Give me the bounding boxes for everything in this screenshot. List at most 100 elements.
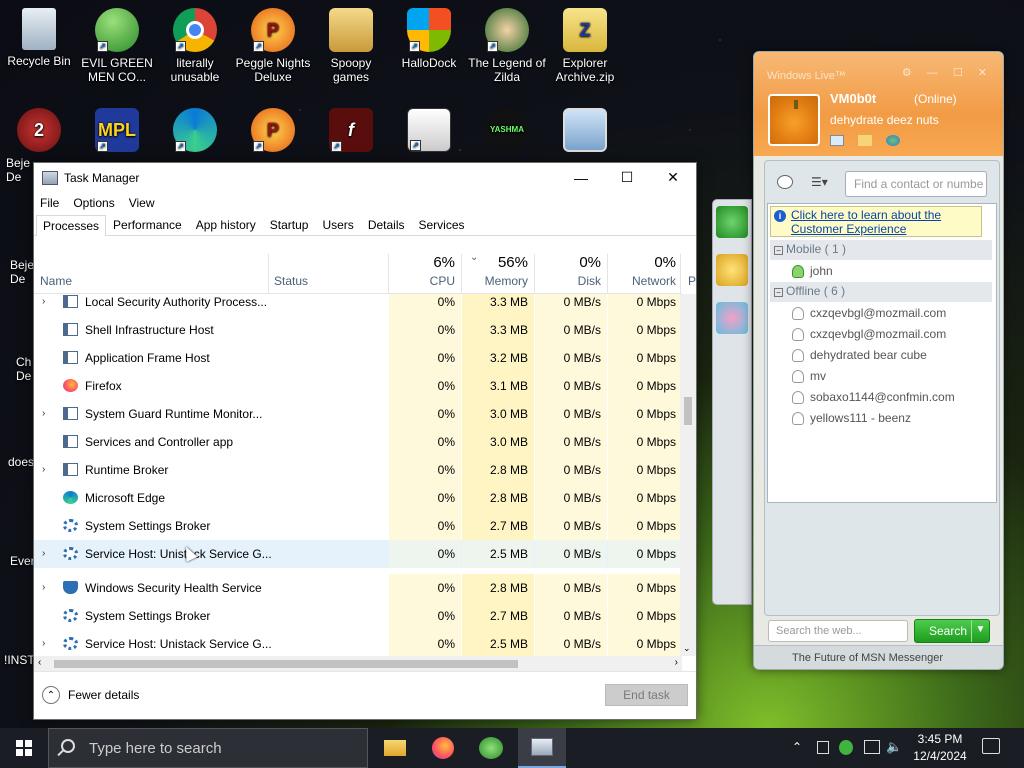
show-hidden-icons[interactable]: ⌃	[792, 740, 802, 754]
expand-chevron-icon[interactable]: ›	[42, 582, 45, 593]
scrollbar-thumb[interactable]	[54, 660, 518, 668]
vertical-scrollbar[interactable]: ⌄	[680, 294, 696, 656]
taskbar-messenger[interactable]	[467, 728, 515, 768]
table-row[interactable]: › Local Security Authority Process... 0% 3.…	[34, 294, 682, 316]
recycle-bin-icon[interactable]: Recycle Bin	[0, 8, 78, 68]
maximize-button[interactable]: ☐	[604, 163, 650, 192]
table-row[interactable]: › Windows Security Health Service 0% 2.8 MB…	[34, 574, 682, 602]
column-cpu[interactable]: CPU	[430, 274, 455, 288]
list-options-icon[interactable]: ☰▾	[811, 175, 828, 189]
contact-item[interactable]: cxzqevbgl@mozmail.com	[792, 306, 946, 320]
table-row[interactable]: › Runtime Broker 0% 2.8 MB 0 MB/s 0 Mbps	[34, 456, 682, 484]
flash-player-shortcut[interactable]: f ↗	[312, 108, 390, 156]
tab-services[interactable]: Services	[412, 214, 472, 235]
mail-icon[interactable]	[830, 135, 844, 146]
tab-processes[interactable]: Processes	[36, 215, 107, 236]
peggle-nights-shortcut[interactable]: P ↗ Peggle Nights Deluxe	[234, 8, 312, 84]
explorer-archive-zip[interactable]: Z Explorer Archive.zip	[546, 8, 624, 84]
peggle-shortcut[interactable]: P ↗	[234, 108, 312, 156]
end-task-button[interactable]: End task	[605, 684, 688, 706]
flowers-icon[interactable]	[716, 302, 748, 334]
tab-startup[interactable]: Startup	[263, 214, 316, 235]
expand-chevron-icon[interactable]: ›	[42, 464, 45, 475]
taskbar-file-explorer[interactable]	[371, 728, 419, 768]
device-icon[interactable]	[817, 741, 829, 754]
tab-users[interactable]: Users	[315, 214, 360, 235]
literally-unusable-shortcut[interactable]: ↗ literally unusable	[156, 8, 234, 84]
chevron-down-icon[interactable]: ▼	[971, 620, 989, 642]
bell-icon[interactable]	[716, 254, 748, 286]
column-network[interactable]: Network	[632, 274, 676, 288]
contact-item[interactable]: dehydrated bear cube	[792, 348, 927, 362]
yashma-shortcut[interactable]: YASHMA	[468, 108, 546, 156]
column-name[interactable]: Name	[40, 274, 72, 288]
menu-view[interactable]: View	[129, 196, 155, 210]
table-row[interactable]: › System Guard Runtime Monitor... 0% 3.0 MB…	[34, 400, 682, 428]
table-row[interactable]: Shell Infrastructure Host 0% 3.3 MB 0 MB/s 0…	[34, 316, 682, 344]
edge-shortcut[interactable]: ↗	[156, 108, 234, 156]
table-row[interactable]: System Settings Broker 0% 2.7 MB 0 MB/s 0 Mb…	[34, 602, 682, 630]
volume-icon[interactable]: 🔈	[886, 739, 902, 755]
table-row[interactable]: Microsoft Edge 0% 2.8 MB 0 MB/s 0 Mbps	[34, 484, 682, 512]
contact-item[interactable]: john	[792, 264, 833, 278]
scroll-down-icon[interactable]: ⌄	[683, 643, 691, 654]
mpl-shortcut[interactable]: MPL ↗	[78, 108, 156, 156]
web-search-input[interactable]: Search the web...	[768, 620, 908, 642]
display-name[interactable]: VM0b0t	[830, 91, 876, 106]
bejeweled-2-shortcut[interactable]: 2	[0, 108, 78, 156]
contact-item[interactable]: mv	[792, 369, 826, 383]
clock[interactable]: 3:45 PM 12/4/2024	[902, 731, 978, 765]
title-bar[interactable]: Task Manager — ☐ ✕	[34, 163, 696, 192]
column-disk[interactable]: Disk	[578, 274, 601, 288]
notifications-icon[interactable]	[982, 738, 1000, 754]
tab-app-history[interactable]: App history	[189, 214, 263, 235]
window-controls[interactable]: ⚙ — ☐ ✕	[902, 66, 993, 79]
network-icon[interactable]	[864, 740, 880, 754]
expand-chevron-icon[interactable]: ›	[42, 296, 45, 307]
table-row[interactable]: › Service Host: Unistack Service G... 0% 2.…	[34, 540, 682, 568]
expand-chevron-icon[interactable]: ›	[42, 548, 45, 559]
group-mobile[interactable]: − Mobile ( 1 )	[770, 240, 992, 260]
globe-icon[interactable]	[886, 135, 900, 146]
table-row[interactable]: › Service Host: Unistack Service G... 0% 2.…	[34, 630, 682, 656]
web-search-button[interactable]: Search ▼	[914, 619, 990, 643]
contacts-tab-icon[interactable]	[716, 206, 748, 238]
customer-experience-link[interactable]: i Click here to learn about the Customer…	[770, 206, 982, 237]
scrollbar-thumb[interactable]	[684, 397, 692, 425]
scroll-left-icon[interactable]: ‹	[38, 657, 41, 668]
personal-message[interactable]: dehydrate deez nuts	[830, 113, 939, 127]
hallodock-shortcut[interactable]: ↗ HalloDock	[390, 8, 468, 70]
add-contact-icon[interactable]	[777, 175, 793, 189]
menu-file[interactable]: File	[40, 196, 59, 210]
table-row[interactable]: Services and Controller app 0% 3.0 MB 0 MB/…	[34, 428, 682, 456]
expand-chevron-icon[interactable]: ›	[42, 408, 45, 419]
legend-of-zilda-shortcut[interactable]: ↗ The Legend of Zilda	[468, 8, 546, 84]
column-status[interactable]: Status	[274, 274, 308, 288]
table-row[interactable]: Application Frame Host 0% 3.2 MB 0 MB/s 0 Mb…	[34, 344, 682, 372]
horizontal-scrollbar[interactable]: ‹ ›	[34, 656, 682, 672]
avatar[interactable]	[768, 94, 820, 146]
status-label[interactable]: (Online)	[914, 92, 957, 106]
spoopy-games-folder[interactable]: Spoopy games	[312, 8, 390, 84]
scroll-right-icon[interactable]: ›	[675, 657, 678, 668]
taskbar-firefox[interactable]	[419, 728, 467, 768]
menu-options[interactable]: Options	[73, 196, 114, 210]
taskbar-task-manager[interactable]	[518, 728, 566, 768]
group-offline[interactable]: − Offline ( 6 )	[770, 282, 992, 302]
start-button[interactable]	[0, 728, 48, 768]
shortcut-tool[interactable]: ↗	[390, 108, 468, 156]
table-row[interactable]: Firefox 0% 3.1 MB 0 MB/s 0 Mbps	[34, 372, 682, 400]
tab-performance[interactable]: Performance	[106, 214, 189, 235]
folder-icon[interactable]	[858, 135, 872, 146]
computer-shortcut[interactable]	[546, 108, 624, 156]
contact-item[interactable]: cxzqevbgl@mozmail.com	[792, 327, 946, 341]
column-memory[interactable]: Memory	[485, 274, 528, 288]
contact-search-input[interactable]: Find a contact or numbe	[845, 171, 987, 197]
minimize-button[interactable]: —	[558, 163, 604, 192]
contact-item[interactable]: sobaxo1144@confmin.com	[792, 390, 955, 404]
evil-green-men-shortcut[interactable]: ↗ EVIL GREEN MEN CO...	[78, 8, 156, 84]
fewer-details-button[interactable]: ⌃ Fewer details	[42, 686, 139, 704]
table-row[interactable]: System Settings Broker 0% 2.7 MB 0 MB/s 0 Mb…	[34, 512, 682, 540]
contact-item[interactable]: yellows111 - beenz	[792, 411, 911, 425]
expand-chevron-icon[interactable]: ›	[42, 638, 45, 649]
